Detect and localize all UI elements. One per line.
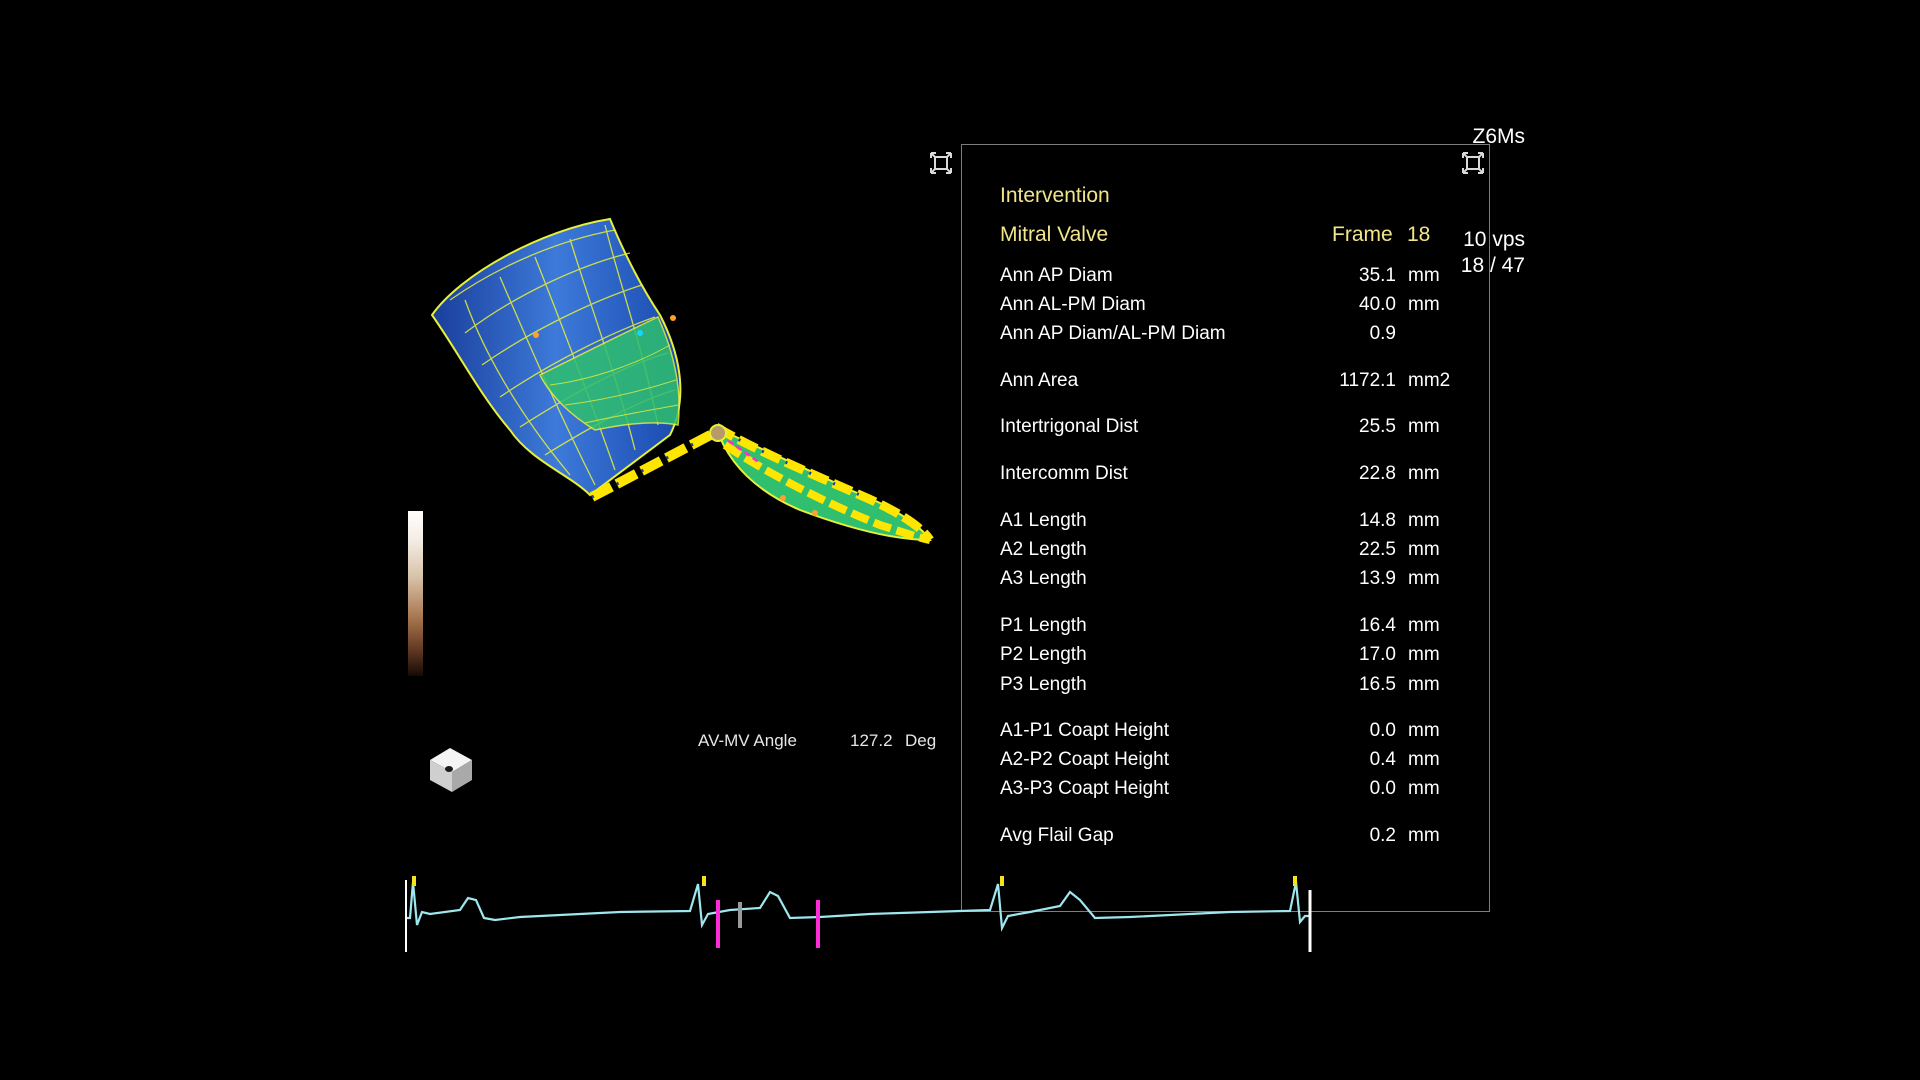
measurement-row: P1 Length 16.4 mm <box>1000 615 1460 641</box>
measurement-value: 25.5 <box>1359 416 1396 437</box>
measurement-label: A1-P1 Coapt Height <box>1000 720 1169 741</box>
frame-label: Frame <box>1332 223 1393 246</box>
measurement-label: P1 Length <box>1000 615 1087 636</box>
measurement-unit: mm <box>1408 416 1440 437</box>
orientation-cube-icon[interactable] <box>426 740 476 796</box>
measurement-unit: mm <box>1408 539 1440 560</box>
measurement-row: Intertrigonal Dist 25.5 mm <box>1000 416 1460 442</box>
measurement-label: Ann AP Diam/AL-PM Diam <box>1000 323 1226 344</box>
measurement-unit: mm <box>1408 463 1440 484</box>
measurement-value: 14.8 <box>1359 510 1396 531</box>
measurement-row: A3 Length 13.9 mm <box>1000 568 1460 594</box>
measurement-value: 16.4 <box>1359 615 1396 636</box>
angle-label: AV-MV Angle <box>698 731 797 750</box>
measurement-value: 35.1 <box>1359 265 1396 286</box>
measurement-value: 0.0 <box>1369 778 1396 799</box>
measurement-value: 0.2 <box>1369 825 1396 846</box>
measurement-label: Intertrigonal Dist <box>1000 416 1139 437</box>
panel-valve-title: Mitral Valve <box>1000 223 1109 246</box>
ecg-trace <box>405 876 1312 952</box>
measurement-row: Ann Area 1172.1 mm2 <box>1000 370 1460 396</box>
measurement-unit: mm <box>1408 294 1440 315</box>
expand-view-icon[interactable] <box>930 152 952 174</box>
measurement-row: Ann AL-PM Diam 40.0 mm <box>1000 294 1460 320</box>
measurement-label: Avg Flail Gap <box>1000 825 1114 846</box>
measurement-row: A3-P3 Coapt Height 0.0 mm <box>1000 778 1460 804</box>
measurement-value: 16.5 <box>1359 674 1396 695</box>
measurement-value: 40.0 <box>1359 294 1396 315</box>
measurement-label: A2 Length <box>1000 539 1087 560</box>
measurement-row: A1 Length 14.8 mm <box>1000 510 1460 536</box>
measurement-label: A2-P2 Coapt Height <box>1000 749 1169 770</box>
measurement-row: Intercomm Dist 22.8 mm <box>1000 463 1460 489</box>
measurement-label: A1 Length <box>1000 510 1087 531</box>
measurement-value: 17.0 <box>1359 644 1396 665</box>
measurement-unit: mm <box>1408 510 1440 531</box>
measurement-row: Ann AP Diam/AL-PM Diam 0.9 <box>1000 323 1460 349</box>
measurement-value: 22.5 <box>1359 539 1396 560</box>
measurement-unit: mm <box>1408 720 1440 741</box>
angle-unit: Deg <box>905 731 937 750</box>
measurement-value: 13.9 <box>1359 568 1396 589</box>
measurement-row: P3 Length 16.5 mm <box>1000 674 1460 700</box>
measurement-unit: mm <box>1408 265 1440 286</box>
measurement-row: Ann AP Diam 35.1 mm <box>1000 265 1460 291</box>
measurement-row: Avg Flail Gap 0.2 mm <box>1000 825 1460 851</box>
valve-3d-model[interactable] <box>420 205 960 555</box>
measurement-value: 0.0 <box>1369 720 1396 741</box>
measurement-unit: mm <box>1408 825 1440 846</box>
measurement-label: Intercomm Dist <box>1000 463 1128 484</box>
angle-value: 127.2 <box>850 731 893 750</box>
measurement-value: 22.8 <box>1359 463 1396 484</box>
measurement-unit: mm <box>1408 568 1440 589</box>
measurement-label: A3 Length <box>1000 568 1087 589</box>
measurement-label: P3 Length <box>1000 674 1087 695</box>
panel-mode-title: Intervention <box>1000 184 1110 207</box>
frame-number: 18 <box>1407 223 1431 246</box>
measurement-label: Ann Area <box>1000 370 1079 391</box>
measurement-unit: mm <box>1408 644 1440 665</box>
measurement-unit: mm <box>1408 778 1440 799</box>
measurement-value: 0.4 <box>1369 749 1396 770</box>
measurement-value: 1172.1 <box>1339 370 1396 391</box>
measurement-value: 0.9 <box>1369 323 1396 344</box>
measurement-row: P2 Length 17.0 mm <box>1000 644 1460 670</box>
measurement-label: Ann AL-PM Diam <box>1000 294 1146 315</box>
measurement-row: A1-P1 Coapt Height 0.0 mm <box>1000 720 1460 746</box>
measurement-label: Ann AP Diam <box>1000 265 1113 286</box>
measurement-label: P2 Length <box>1000 644 1087 665</box>
measurement-row: A2-P2 Coapt Height 0.4 mm <box>1000 749 1460 775</box>
measurement-unit: mm <box>1408 615 1440 636</box>
measurement-unit: mm2 <box>1408 370 1451 391</box>
measurement-label: A3-P3 Coapt Height <box>1000 778 1169 799</box>
measurement-row: A2 Length 22.5 mm <box>1000 539 1460 565</box>
measurement-unit: mm <box>1408 674 1440 695</box>
measurement-unit: mm <box>1408 749 1440 770</box>
